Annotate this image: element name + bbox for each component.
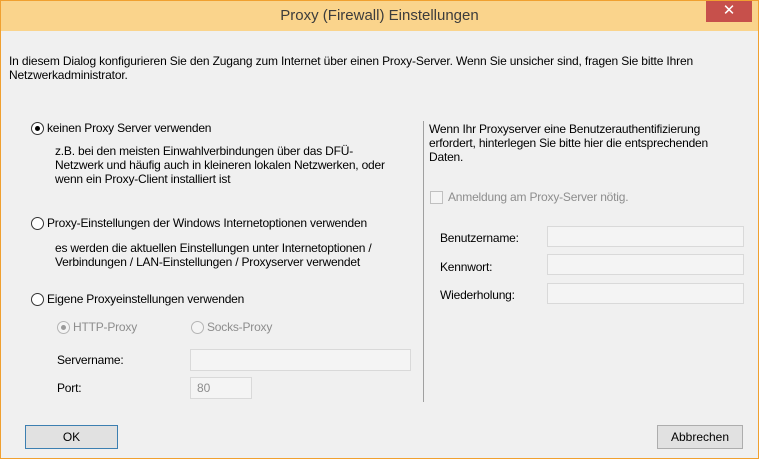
radio-http-proxy-label[interactable]: HTTP-Proxy (73, 320, 137, 334)
port-label: Port: (57, 381, 82, 395)
close-icon: ✕ (722, 2, 736, 19)
no-proxy-description: z.B. bei den meisten Einwahlverbindungen… (55, 144, 385, 186)
radio-windows-proxy-label[interactable]: Proxy-Einstellungen der Windows Internet… (47, 216, 367, 230)
password-input[interactable] (547, 254, 744, 275)
cancel-button[interactable]: Abbrechen (657, 425, 743, 449)
radio-own-proxy[interactable] (31, 293, 44, 306)
username-input[interactable] (547, 226, 744, 247)
column-divider (423, 121, 424, 402)
radio-windows-proxy[interactable] (31, 217, 44, 230)
repeat-password-label: Wiederholung: (440, 288, 515, 302)
intro-text: In diesem Dialog konfigurieren Sie den Z… (9, 54, 694, 82)
servername-input[interactable] (190, 349, 411, 371)
radio-socks-proxy-label[interactable]: Socks-Proxy (207, 320, 272, 334)
radio-http-proxy[interactable] (57, 321, 70, 334)
username-label: Benutzername: (440, 231, 519, 245)
servername-label: Servername: (57, 353, 124, 367)
title-bar[interactable]: Proxy (Firewall) Einstellungen ✕ (1, 1, 758, 31)
auth-required-label[interactable]: Anmeldung am Proxy-Server nötig. (448, 190, 629, 204)
radio-own-proxy-label[interactable]: Eigene Proxyeinstellungen verwenden (47, 292, 244, 306)
dialog-title: Proxy (Firewall) Einstellungen (280, 7, 479, 24)
close-button[interactable]: ✕ (706, 1, 752, 22)
proxy-settings-dialog: Proxy (Firewall) Einstellungen ✕ In dies… (0, 0, 759, 459)
radio-no-proxy[interactable] (31, 122, 44, 135)
windows-proxy-description: es werden die aktuellen Einstellungen un… (55, 241, 372, 269)
repeat-password-input[interactable] (547, 283, 744, 304)
radio-no-proxy-label[interactable]: keinen Proxy Server verwenden (47, 121, 211, 135)
radio-socks-proxy[interactable] (191, 321, 204, 334)
ok-button[interactable]: OK (25, 425, 118, 449)
dialog-body: In diesem Dialog konfigurieren Sie den Z… (9, 31, 750, 450)
port-input[interactable]: 80 (190, 377, 252, 399)
password-label: Kennwort: (440, 260, 493, 274)
auth-info-text: Wenn Ihr Proxyserver eine Benutzerauthen… (429, 122, 708, 164)
auth-required-checkbox[interactable] (430, 191, 443, 204)
